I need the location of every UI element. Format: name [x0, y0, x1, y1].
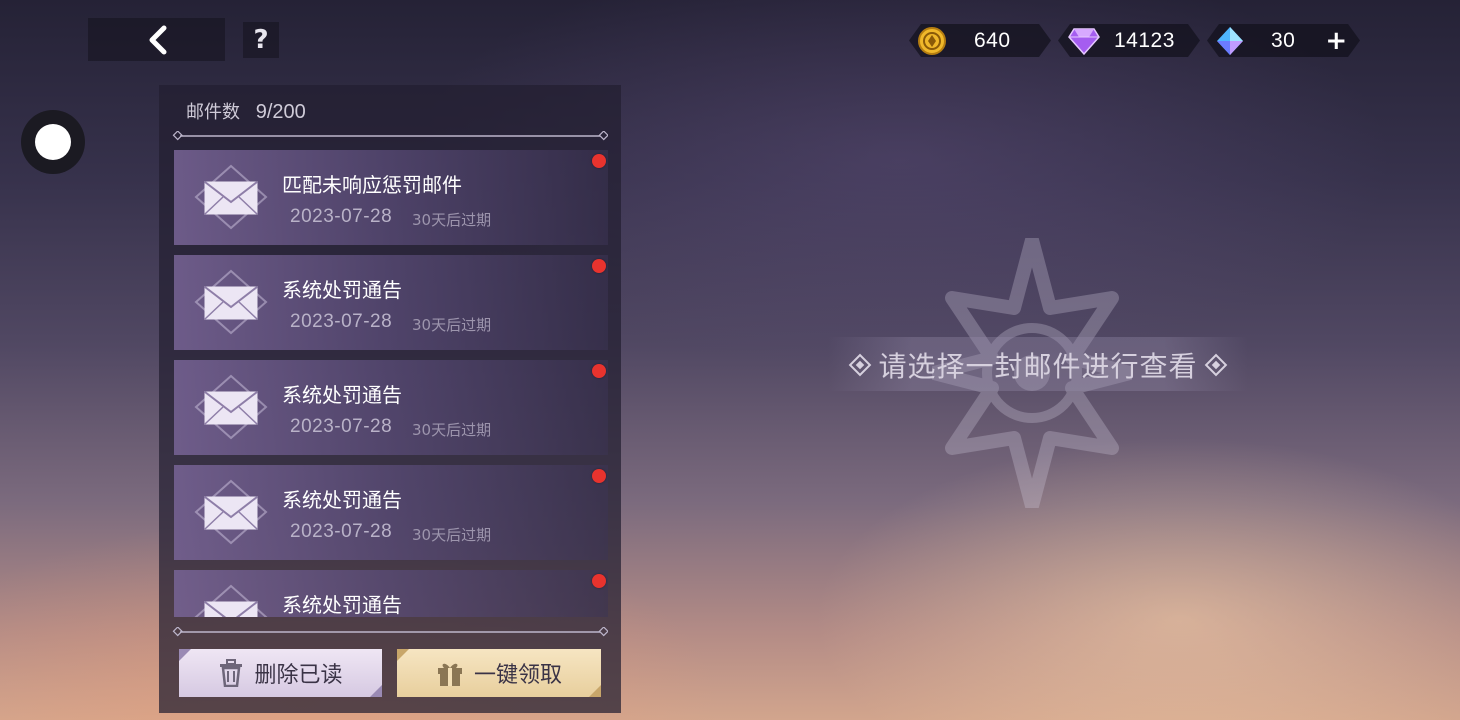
mail-date: 2023-07-28: [290, 206, 393, 227]
mail-list[interactable]: 匹配未响应惩罚邮件 2023-07-28 30天后过期 系统处罚通告 2023-…: [174, 150, 608, 617]
mail-date: 2023-07-28: [290, 416, 393, 437]
add-crystal-button[interactable]: +: [1325, 26, 1347, 56]
mail-title: 系统处罚通告: [282, 593, 402, 617]
empty-hint: 请选择一封邮件进行查看: [828, 345, 1248, 385]
mail-title: 系统处罚通告: [282, 278, 402, 302]
mail-item[interactable]: 系统处罚通告 2023-07-28 30天后过期: [174, 465, 608, 560]
gold-coin-value: 640: [974, 28, 1011, 52]
envelope-icon: [194, 374, 268, 440]
blue-crystal-counter[interactable]: 30 +: [1207, 24, 1360, 57]
unread-dot: [592, 364, 606, 378]
purple-diamond-icon: [1068, 26, 1100, 56]
mail-expire: 30天后过期: [412, 316, 492, 334]
envelope-icon: [194, 479, 268, 545]
mail-expire: 30天后过期: [412, 526, 492, 544]
delete-read-button[interactable]: 删除已读: [179, 649, 382, 697]
back-button[interactable]: [88, 18, 225, 61]
mail-title: 匹配未响应惩罚邮件: [282, 173, 462, 197]
top-divider: [172, 131, 608, 141]
claim-all-label: 一键领取: [473, 663, 562, 688]
envelope-icon: [194, 269, 268, 335]
diamond-ornament-icon: [849, 353, 872, 377]
bottom-divider: [172, 627, 608, 637]
gold-coin-counter[interactable]: 640: [909, 24, 1051, 57]
claim-all-button[interactable]: 一键领取: [397, 649, 601, 697]
mail-item[interactable]: 系统处罚通告 2023-07-28 30天后过期: [174, 255, 608, 350]
help-button[interactable]: ?: [243, 22, 279, 58]
empty-hint-text: 请选择一封邮件进行查看: [878, 350, 1198, 383]
mail-date: 2023-07-28: [290, 521, 393, 542]
diamond-ornament-icon: [1204, 353, 1227, 377]
mail-title: 系统处罚通告: [282, 488, 402, 512]
mail-expire: 30天后过期: [412, 421, 492, 439]
mail-item[interactable]: 匹配未响应惩罚邮件 2023-07-28 30天后过期: [174, 150, 608, 245]
mail-title: 系统处罚通告: [282, 383, 402, 407]
unread-dot: [592, 469, 606, 483]
mail-item[interactable]: 系统处罚通告 2023-07-28 30天后过期: [174, 570, 608, 617]
blue-crystal-value: 30: [1271, 28, 1296, 52]
delete-read-label: 删除已读: [254, 663, 343, 688]
mail-count-value: 9/200: [255, 101, 306, 123]
mail-item[interactable]: 系统处罚通告 2023-07-28 30天后过期: [174, 360, 608, 455]
mail-count: 邮件数 9/200: [186, 98, 306, 124]
chevron-left-icon: [149, 25, 166, 54]
gift-icon: [437, 663, 462, 686]
blue-crystal-icon: [1215, 26, 1245, 56]
unread-dot: [592, 574, 606, 588]
gold-coin-icon: [917, 26, 947, 56]
purple-diamond-counter[interactable]: 14123: [1058, 24, 1200, 57]
envelope-icon: [194, 164, 268, 230]
help-label: ?: [253, 25, 269, 55]
unread-dot: [592, 259, 606, 273]
envelope-icon: [194, 584, 268, 617]
unread-dot: [592, 154, 606, 168]
mail-date: 2023-07-28: [290, 311, 393, 332]
floating-assistive-button[interactable]: [21, 110, 85, 174]
trash-icon: [220, 659, 243, 687]
floating-dot: [35, 124, 71, 160]
purple-diamond-value: 14123: [1114, 28, 1175, 52]
mail-expire: 30天后过期: [412, 211, 492, 229]
mail-count-label: 邮件数: [186, 102, 240, 123]
